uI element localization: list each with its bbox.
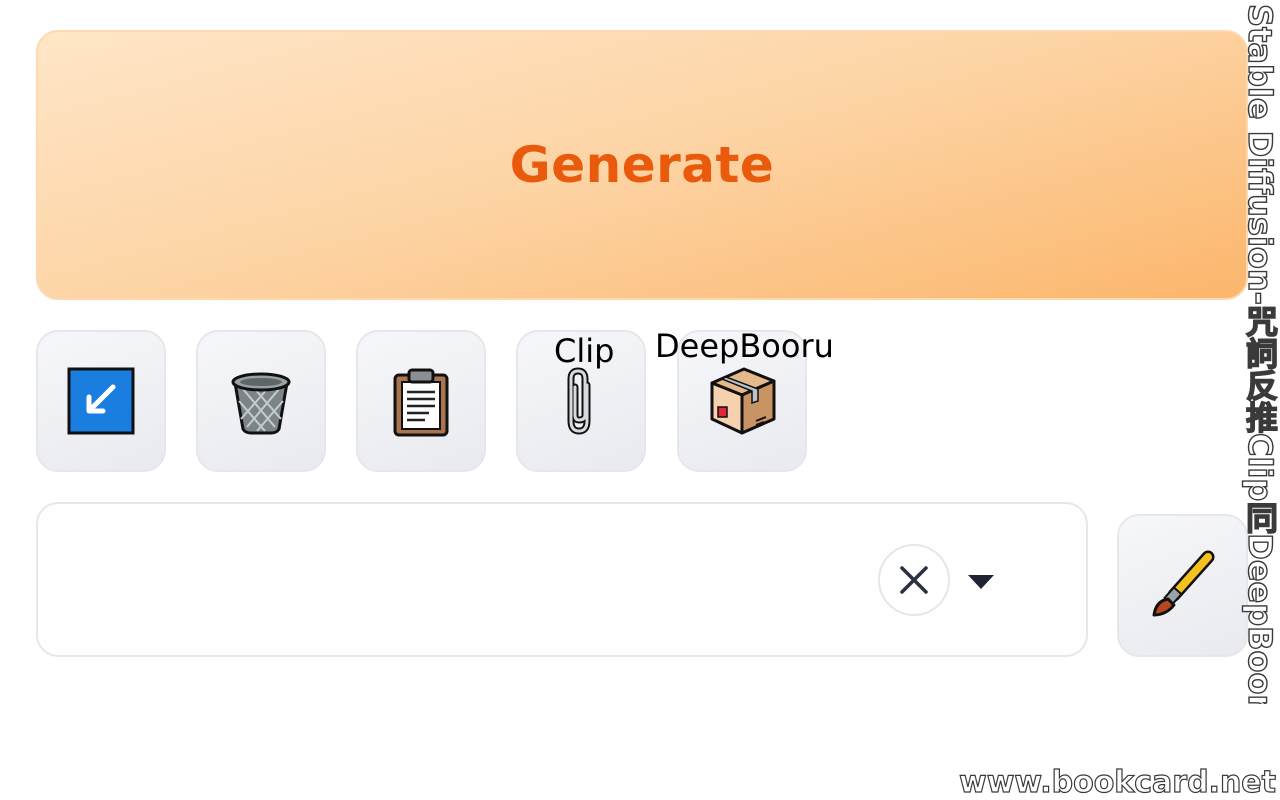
paintbrush-icon [1152,550,1214,616]
clipboard-icon [393,368,449,437]
wastebasket-icon [231,372,291,435]
clip-label: Clip [554,332,615,370]
paste-prompt-button[interactable] [356,330,486,472]
deepbooru-label: DeepBooru [655,327,834,365]
watermark-site-url: www.bookcard.net [958,765,1276,800]
app-screen: Generate Clip DeepBooru Stable Diffusion… [0,0,1280,800]
apply-style-button[interactable] [1117,514,1248,657]
chevron-down-icon[interactable] [968,575,994,589]
generate-button-label: Generate [509,136,775,194]
paperclip-icon [567,367,591,435]
send-to-image-button[interactable] [36,330,166,472]
clear-styles-button[interactable] [878,544,950,616]
watermark-vertical-title: Stable Diffusion-咒詞反推Clip同DeepBooru [1240,4,1279,704]
close-icon [900,566,928,594]
clear-prompt-button[interactable] [196,330,326,472]
styles-dropdown[interactable] [36,502,1088,657]
package-box-icon [710,367,776,435]
arrow-down-left-icon [67,367,135,435]
generate-button[interactable]: Generate [36,30,1248,300]
